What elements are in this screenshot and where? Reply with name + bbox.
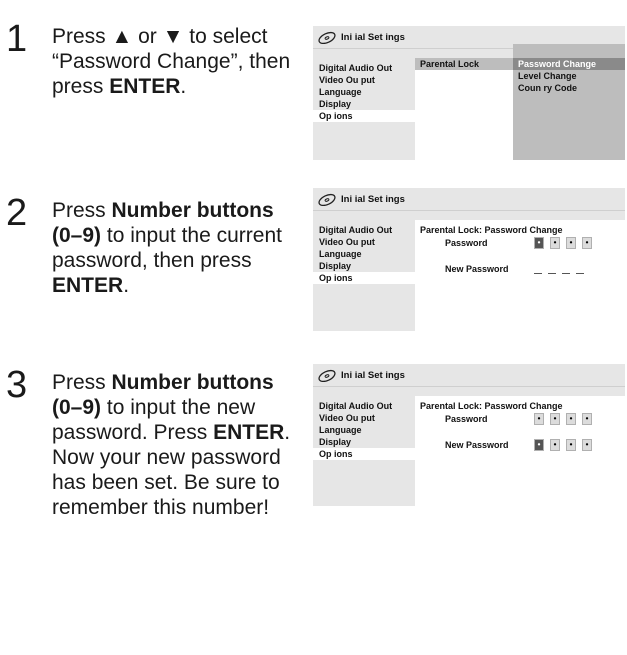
screen-title: Ini ial Set ings: [341, 32, 405, 43]
step-number: 2: [6, 192, 28, 234]
submenu-parental-lock[interactable]: Parental Lock: [415, 58, 513, 70]
password-digit-box[interactable]: •: [534, 237, 544, 249]
password-input[interactable]: • • • •: [534, 237, 592, 249]
menu-item-language[interactable]: Language: [313, 248, 415, 260]
parental-lock-options: Password Change Level Change Coun ry Cod…: [513, 44, 625, 160]
menu-item-video-output[interactable]: Video Ou put: [313, 236, 415, 248]
disc-icon: [318, 31, 336, 44]
step-text-keyword: ENTER: [213, 421, 285, 444]
menu-item-display[interactable]: Display: [313, 436, 415, 448]
option-level-change[interactable]: Level Change: [513, 70, 625, 82]
step-number: 1: [6, 18, 28, 60]
osd-screen-1: Ini ial Set ings Digital Audio Out Video…: [313, 26, 625, 160]
new-password-label: New Password: [445, 440, 509, 450]
screen-title: Ini ial Set ings: [341, 194, 405, 205]
password-label: Password: [445, 414, 488, 424]
password-digit-box[interactable]: •: [582, 413, 592, 425]
password-digit-box[interactable]: •: [534, 413, 544, 425]
menu-item-digital-audio-out[interactable]: Digital Audio Out: [313, 224, 415, 236]
settings-menu: Digital Audio Out Video Ou put Language …: [313, 400, 415, 460]
disc-icon: [318, 369, 336, 382]
step-text: Press ▲ or ▼ to select “Password Change”…: [52, 24, 302, 99]
password-label: Password: [445, 238, 488, 248]
step-text-keyword: ENTER: [52, 274, 124, 297]
disc-icon: [318, 193, 336, 206]
step-number: 3: [6, 364, 28, 406]
menu-item-language[interactable]: Language: [313, 86, 415, 98]
new-password-input[interactable]: • • • •: [534, 439, 592, 451]
new-password-digit-box[interactable]: [548, 263, 556, 274]
step-text-part: .: [180, 75, 187, 98]
password-header: Parental Lock: Password Change: [420, 225, 563, 235]
password-pane: Parental Lock: Password Change Password …: [415, 220, 625, 331]
osd-screen-3: Ini ial Set ings Digital Audio Out Video…: [313, 364, 625, 506]
new-password-digit-box[interactable]: [562, 263, 570, 274]
menu-item-display[interactable]: Display: [313, 98, 415, 110]
menu-item-digital-audio-out[interactable]: Digital Audio Out: [313, 62, 415, 74]
option-country-code[interactable]: Coun ry Code: [513, 82, 625, 94]
screen-title: Ini ial Set ings: [341, 370, 405, 381]
screen-title-bar: Ini ial Set ings: [313, 188, 625, 211]
step-text: Press Number buttons (0–9) to input the …: [52, 370, 302, 520]
password-digit-box[interactable]: •: [566, 237, 576, 249]
new-password-digit-box[interactable]: [534, 263, 542, 274]
settings-menu: Digital Audio Out Video Ou put Language …: [313, 224, 415, 284]
menu-item-options[interactable]: Op ions: [313, 110, 415, 122]
menu-item-video-output[interactable]: Video Ou put: [313, 74, 415, 86]
password-header: Parental Lock: Password Change: [420, 401, 563, 411]
osd-screen-2: Ini ial Set ings Digital Audio Out Video…: [313, 188, 625, 331]
menu-item-options[interactable]: Op ions: [313, 272, 415, 284]
new-password-digit-box[interactable]: •: [566, 439, 576, 451]
menu-item-digital-audio-out[interactable]: Digital Audio Out: [313, 400, 415, 412]
settings-menu: Digital Audio Out Video Ou put Language …: [313, 62, 415, 122]
step-text-part: .: [123, 274, 130, 297]
password-input[interactable]: • • • •: [534, 413, 592, 425]
password-digit-box[interactable]: •: [582, 237, 592, 249]
password-pane: Parental Lock: Password Change Password …: [415, 396, 625, 506]
password-digit-box[interactable]: •: [566, 413, 576, 425]
menu-item-language[interactable]: Language: [313, 424, 415, 436]
options-pane: Parental Lock Password Change Level Chan…: [415, 44, 625, 160]
password-digit-box[interactable]: •: [550, 237, 560, 249]
new-password-label: New Password: [445, 264, 509, 274]
new-password-digit-box[interactable]: •: [534, 439, 544, 451]
new-password-digit-box[interactable]: •: [582, 439, 592, 451]
step-text-part: Press: [52, 371, 112, 394]
password-digit-box[interactable]: •: [550, 413, 560, 425]
step-text-part: Press: [52, 199, 112, 222]
step-text: Press Number buttons (0–9) to input the …: [52, 198, 302, 298]
menu-item-options[interactable]: Op ions: [313, 448, 415, 460]
new-password-input[interactable]: [534, 263, 584, 274]
new-password-digit-box[interactable]: [576, 263, 584, 274]
menu-item-display[interactable]: Display: [313, 260, 415, 272]
menu-item-video-output[interactable]: Video Ou put: [313, 412, 415, 424]
step-text-keyword: ENTER: [109, 75, 181, 98]
screen-title-bar: Ini ial Set ings: [313, 364, 625, 387]
new-password-digit-box[interactable]: •: [550, 439, 560, 451]
option-password-change[interactable]: Password Change: [513, 58, 625, 70]
